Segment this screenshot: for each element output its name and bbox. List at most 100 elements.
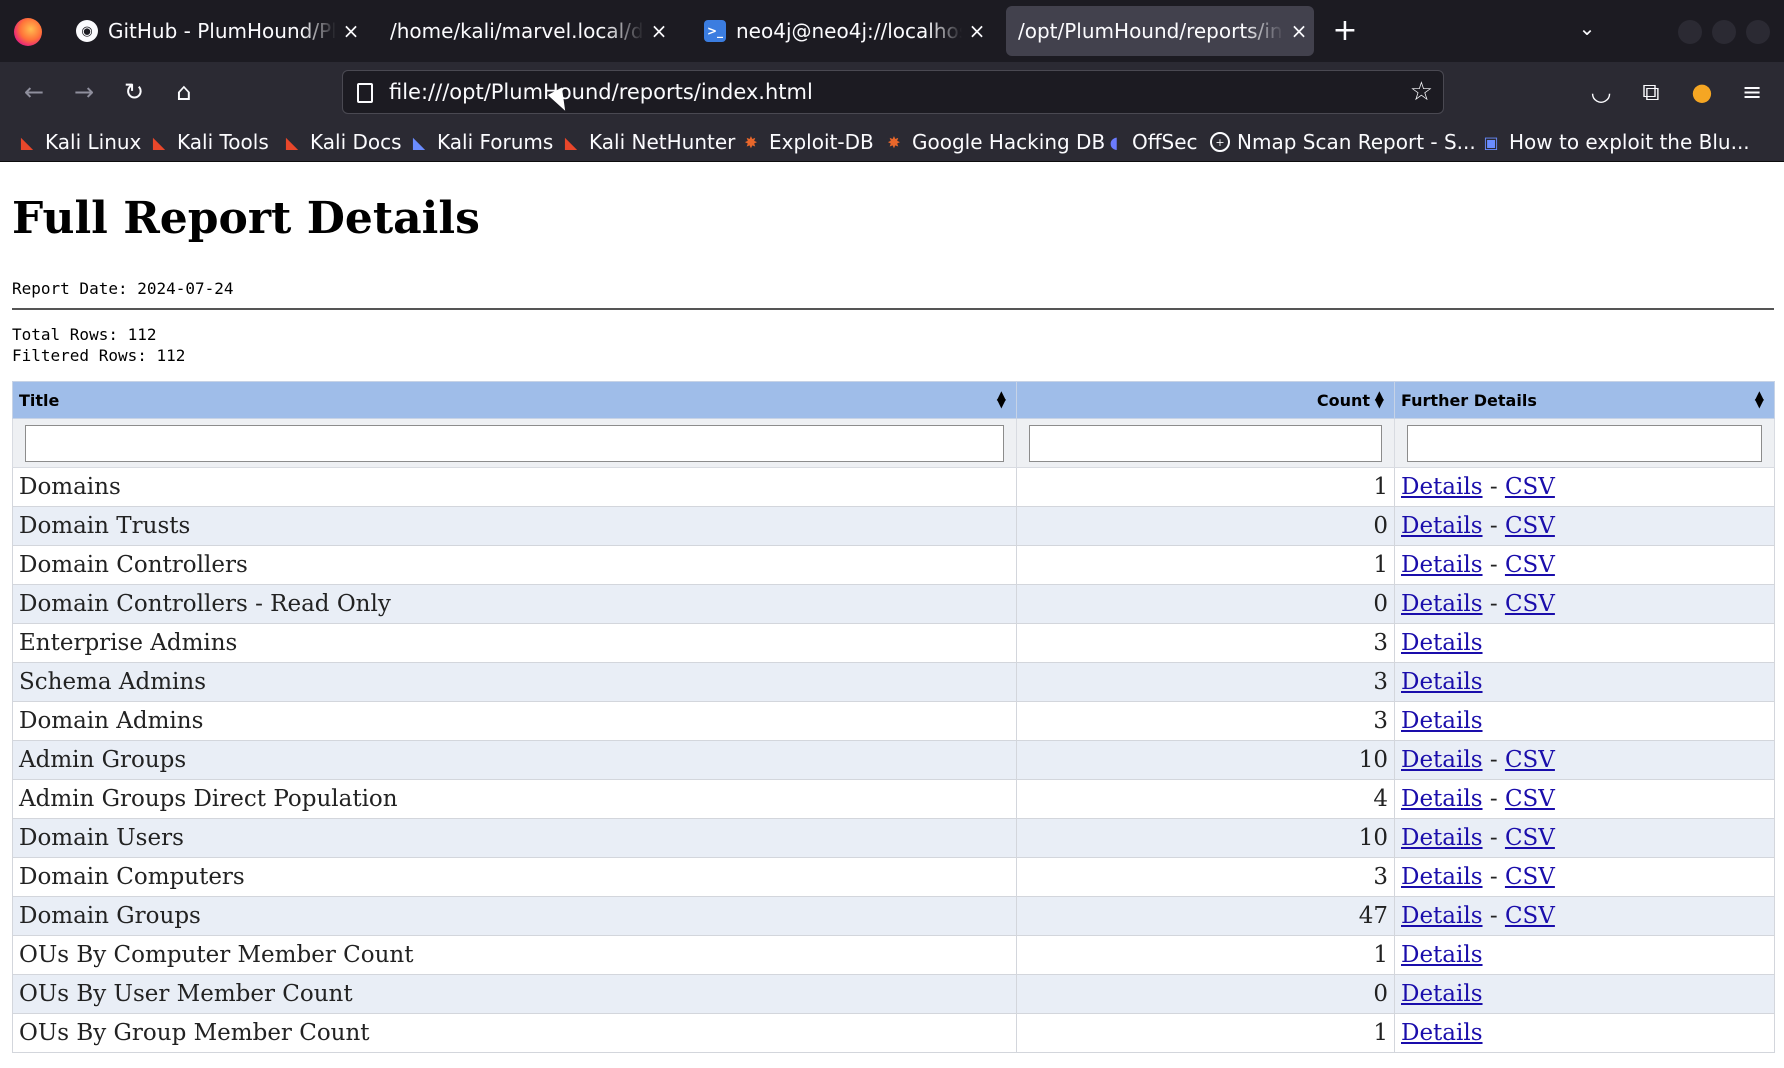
firefox-logo-icon[interactable] bbox=[14, 18, 42, 46]
csv-link[interactable]: CSV bbox=[1505, 747, 1555, 773]
column-header-further-details[interactable]: Further Details ▲ ▼ bbox=[1394, 381, 1775, 419]
table-row: Domain Controllers - Read Only 0 Details -… bbox=[12, 584, 1775, 624]
bookmark-kali-docs[interactable]: ◣ Kali Docs bbox=[281, 127, 402, 157]
details-link[interactable]: Details bbox=[1401, 708, 1483, 734]
pocket-icon[interactable]: ◡ bbox=[1583, 74, 1619, 110]
bookmark-exploit-db[interactable]: ✸ Exploit-DB bbox=[740, 127, 873, 157]
bookmark-offsec[interactable]: ◖ OffSec bbox=[1103, 127, 1198, 157]
close-icon[interactable]: × bbox=[336, 19, 366, 43]
row-count: 0 bbox=[1016, 506, 1395, 546]
csv-link[interactable]: CSV bbox=[1505, 591, 1555, 617]
details-link[interactable]: Details bbox=[1401, 825, 1483, 851]
chevron-down-icon[interactable]: ⌄ bbox=[1572, 16, 1602, 46]
account-icon[interactable]: ● bbox=[1684, 74, 1720, 110]
link-separator: - bbox=[1489, 552, 1498, 578]
close-icon[interactable]: × bbox=[644, 19, 674, 43]
details-link[interactable]: Details bbox=[1401, 942, 1483, 968]
bookmark-label: Kali Tools bbox=[177, 130, 269, 154]
details-link[interactable]: Details bbox=[1401, 747, 1483, 773]
bookmark-nmap-scan-report[interactable]: + Nmap Scan Report - S... bbox=[1210, 127, 1476, 157]
row-title: OUs By Group Member Count bbox=[12, 1013, 1017, 1053]
sort-icon[interactable]: ▲ ▼ bbox=[1755, 389, 1764, 409]
bookmark-google-hacking-db[interactable]: ✸ Google Hacking DB bbox=[883, 127, 1105, 157]
row-title: Domain Computers bbox=[12, 857, 1017, 897]
row-further-details: Details - CSV bbox=[1394, 545, 1775, 585]
bookmark-star-icon[interactable]: ☆ bbox=[1410, 77, 1433, 107]
link-separator: - bbox=[1489, 864, 1498, 890]
bookmark-kali-forums[interactable]: ◣ Kali Forums bbox=[408, 127, 553, 157]
csv-link[interactable]: CSV bbox=[1505, 474, 1555, 500]
title-filter-input[interactable] bbox=[25, 424, 1004, 462]
table-row: Schema Admins 3 Details bbox=[12, 662, 1775, 702]
row-further-details: Details - CSV bbox=[1394, 467, 1775, 507]
maximize-button[interactable] bbox=[1712, 20, 1736, 44]
sort-icon[interactable]: ▲ ▼ bbox=[997, 389, 1006, 409]
bookmark-kali-linux[interactable]: ◣ Kali Linux bbox=[16, 127, 142, 157]
row-further-details: Details bbox=[1394, 701, 1775, 741]
csv-link[interactable]: CSV bbox=[1505, 864, 1555, 890]
details-link[interactable]: Details bbox=[1401, 864, 1483, 890]
row-count: 1 bbox=[1016, 467, 1395, 507]
table-row: OUs By Group Member Count 1 Details bbox=[12, 1013, 1775, 1053]
page-title: Full Report Details bbox=[12, 193, 480, 244]
kali-forums-icon: ◣ bbox=[412, 132, 426, 152]
details-link[interactable]: Details bbox=[1401, 630, 1483, 656]
close-icon[interactable]: × bbox=[1284, 19, 1314, 43]
column-header-title[interactable]: Title ▲ ▼ bbox=[12, 381, 1017, 419]
reload-icon[interactable]: ↻ bbox=[116, 74, 152, 110]
details-link[interactable]: Details bbox=[1401, 513, 1483, 539]
divider bbox=[12, 308, 1774, 310]
filter-cell bbox=[12, 418, 1017, 468]
details-link[interactable]: Details bbox=[1401, 903, 1483, 929]
row-title: Domain Controllers bbox=[12, 545, 1017, 585]
window-close-button[interactable] bbox=[1746, 20, 1770, 44]
back-arrow-icon[interactable]: ← bbox=[16, 74, 52, 110]
close-icon[interactable]: × bbox=[962, 19, 992, 43]
details-link[interactable]: Details bbox=[1401, 669, 1483, 695]
minimize-button[interactable] bbox=[1678, 20, 1702, 44]
csv-link[interactable]: CSV bbox=[1505, 786, 1555, 812]
report-page: Full Report Details Report Date: 2024-07… bbox=[0, 163, 1784, 1068]
csv-link[interactable]: CSV bbox=[1505, 903, 1555, 929]
column-header-count[interactable]: Count ▲ ▼ bbox=[1016, 381, 1395, 419]
tab-label: /home/kali/marvel.local/domain bbox=[390, 19, 644, 43]
row-title: Admin Groups bbox=[12, 740, 1017, 780]
tab-plumhound-report[interactable]: /opt/PlumHound/reports/index.html × bbox=[1006, 6, 1314, 56]
row-further-details: Details bbox=[1394, 935, 1775, 975]
details-link[interactable]: Details bbox=[1401, 474, 1483, 500]
tab-neo4j[interactable]: >_ neo4j@neo4j://localhost:7687 × bbox=[692, 6, 992, 56]
extensions-icon[interactable]: ⧉ bbox=[1633, 74, 1669, 110]
report-date: Report Date: 2024-07-24 bbox=[12, 279, 234, 298]
count-filter-input[interactable] bbox=[1029, 424, 1382, 462]
link-separator: - bbox=[1489, 474, 1498, 500]
details-filter-input[interactable] bbox=[1407, 424, 1762, 462]
home-icon[interactable]: ⌂ bbox=[166, 74, 202, 110]
details-link[interactable]: Details bbox=[1401, 981, 1483, 1007]
tab-home-folder[interactable]: /home/kali/marvel.local/domain × bbox=[378, 6, 674, 56]
csv-link[interactable]: CSV bbox=[1505, 513, 1555, 539]
bookmark-kali-nethunter[interactable]: ◣ Kali NetHunter bbox=[560, 127, 736, 157]
url-text[interactable]: file:///opt/PlumHound/reports/index.html bbox=[389, 80, 813, 104]
table-row: Domain Trusts 0 Details - CSV bbox=[12, 506, 1775, 546]
csv-link[interactable]: CSV bbox=[1505, 552, 1555, 578]
new-tab-button[interactable]: + bbox=[1330, 14, 1360, 48]
tab-github[interactable]: ◉ GitHub - PlumHound/PlumHound × bbox=[64, 6, 366, 56]
details-link[interactable]: Details bbox=[1401, 786, 1483, 812]
forward-arrow-icon[interactable]: → bbox=[66, 74, 102, 110]
row-count: 10 bbox=[1016, 818, 1395, 858]
details-link[interactable]: Details bbox=[1401, 1020, 1483, 1046]
kali-dragon-icon: ◣ bbox=[20, 132, 34, 152]
tab-label: /opt/PlumHound/reports/index.html bbox=[1018, 19, 1284, 43]
url-bar[interactable]: file:///opt/PlumHound/reports/index.html… bbox=[342, 70, 1444, 114]
csv-link[interactable]: CSV bbox=[1505, 825, 1555, 851]
details-link[interactable]: Details bbox=[1401, 591, 1483, 617]
filter-cell bbox=[1394, 418, 1775, 468]
row-count: 47 bbox=[1016, 896, 1395, 936]
menu-icon[interactable]: ≡ bbox=[1734, 74, 1770, 110]
bookmark-how-to-exploit[interactable]: ▣ How to exploit the Blu... bbox=[1480, 127, 1749, 157]
details-link[interactable]: Details bbox=[1401, 552, 1483, 578]
bookmark-kali-tools[interactable]: ◣ Kali Tools bbox=[148, 127, 269, 157]
row-title: Admin Groups Direct Population bbox=[12, 779, 1017, 819]
report-table: Title ▲ ▼ Count ▲ ▼ Further Details ▲ ▼ Dom… bbox=[12, 381, 1775, 1053]
sort-icon[interactable]: ▲ ▼ bbox=[1375, 389, 1384, 409]
